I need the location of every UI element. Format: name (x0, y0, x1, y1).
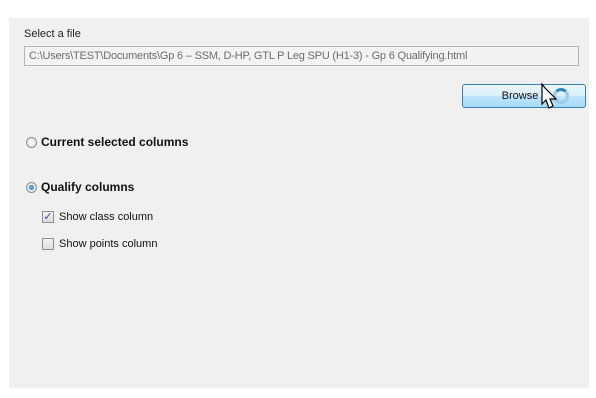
qualify-columns-label: Qualify columns (41, 180, 135, 194)
show-points-column-label: Show points column (59, 238, 158, 250)
current-selected-columns-radio[interactable] (26, 136, 37, 148)
show-class-column-checkbox[interactable]: ✓ (42, 211, 54, 223)
dialog-panel: Select a file C:\Users\TEST\Documents\Gp… (9, 18, 589, 388)
show-points-column-option[interactable]: Show points column (42, 236, 157, 252)
show-class-column-label: Show class column (59, 211, 154, 223)
mouse-pointer-icon (541, 82, 558, 109)
select-file-label: Select a file (24, 28, 81, 40)
show-class-column-option[interactable]: ✓ Show class column (42, 209, 153, 225)
qualify-columns-option[interactable]: Qualify columns (26, 179, 134, 195)
qualify-columns-radio[interactable] (26, 181, 37, 193)
file-path-field[interactable]: C:\Users\TEST\Documents\Gp 6 – SSM, D-HP… (24, 46, 579, 66)
current-selected-columns-label: Current selected columns (41, 135, 189, 149)
current-selected-columns-option[interactable]: Current selected columns (26, 134, 188, 150)
show-points-column-checkbox[interactable] (42, 238, 54, 250)
